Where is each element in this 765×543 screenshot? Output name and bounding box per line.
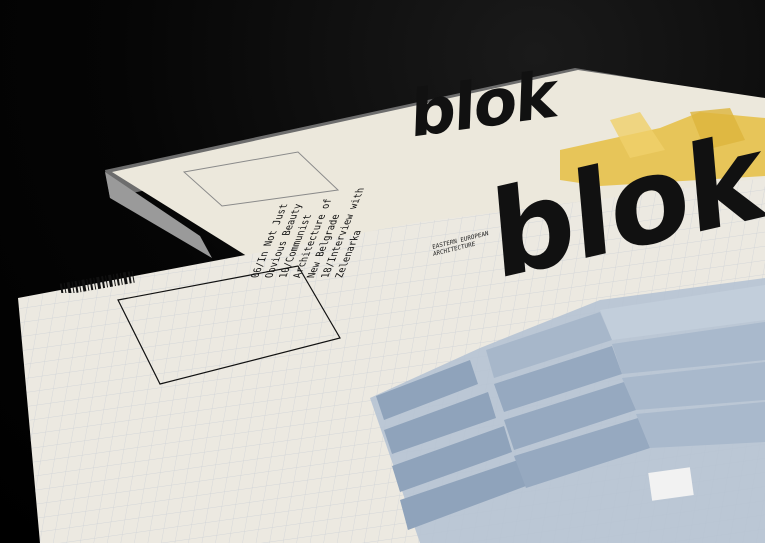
photo-scene: blok EASTERN EUROPEAN ARCHITECTURE blok … (0, 0, 765, 543)
barcode (59, 271, 135, 293)
